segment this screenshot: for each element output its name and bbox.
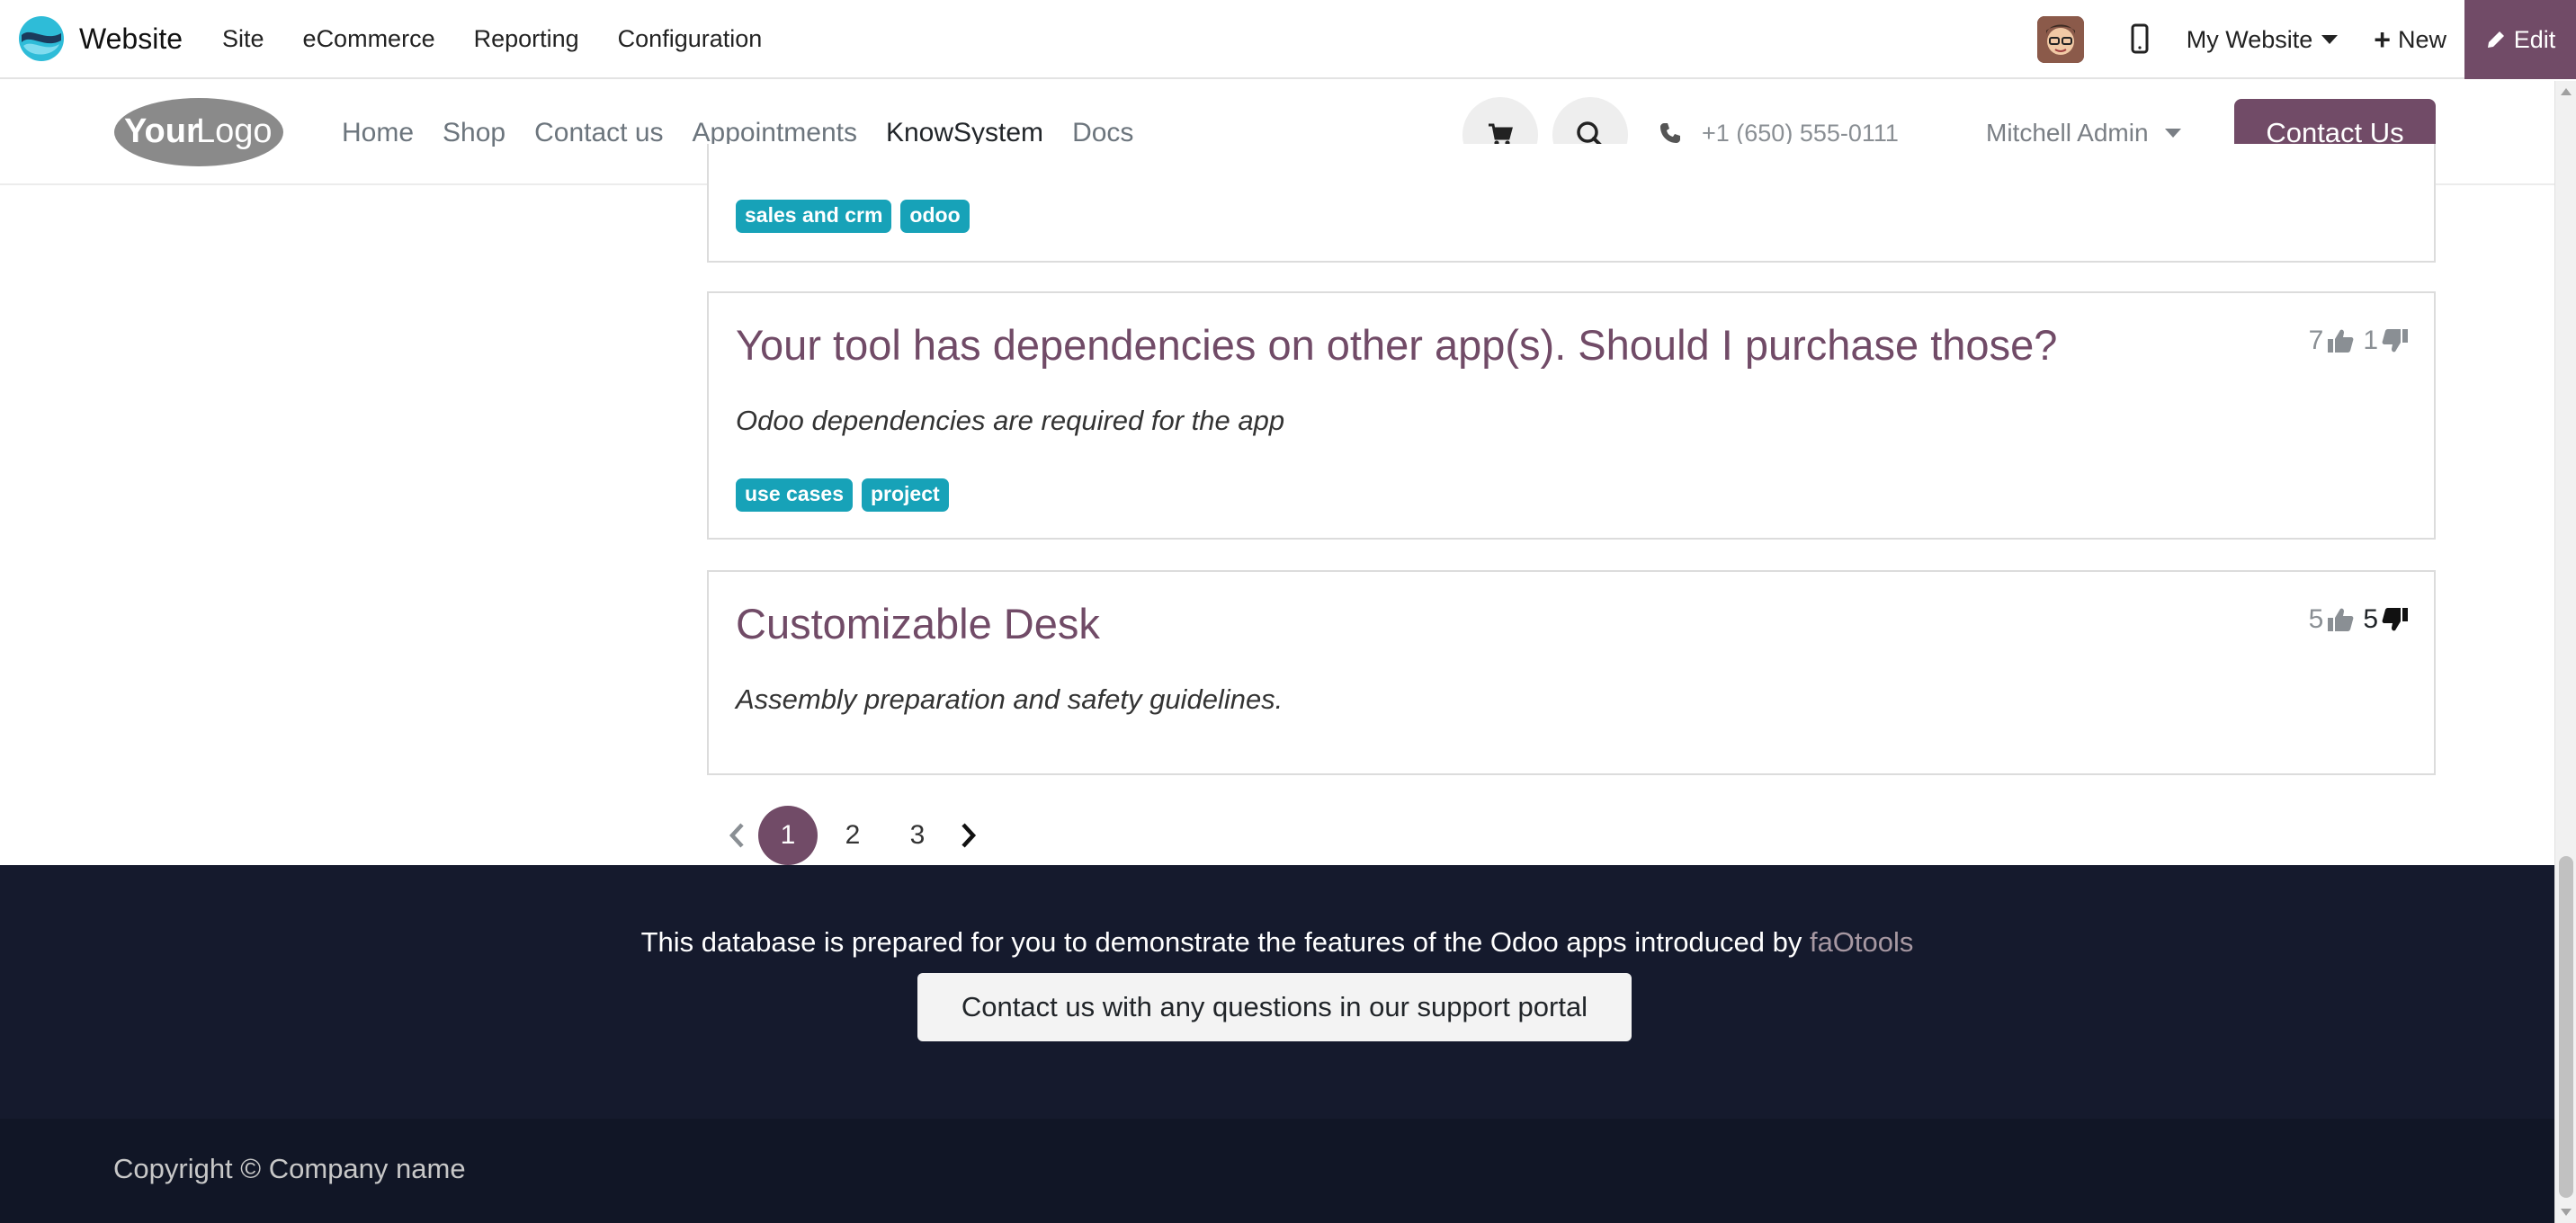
website-selector[interactable]: My Website bbox=[2187, 26, 2339, 54]
article-tags: sales and crm odoo bbox=[736, 200, 979, 233]
next-page-button[interactable] bbox=[950, 806, 986, 865]
chevron-left-icon bbox=[729, 823, 744, 848]
avatar-image bbox=[2036, 16, 2084, 63]
support-portal-button[interactable]: Contact us with any questions in our sup… bbox=[917, 973, 1632, 1041]
article-title[interactable]: Customizable Desk bbox=[736, 599, 1100, 648]
copyright-bar: Copyright © Company name bbox=[0, 1119, 2554, 1223]
scroll-up-arrow-icon[interactable] bbox=[2561, 88, 2572, 95]
page-3-button[interactable]: 3 bbox=[888, 806, 947, 865]
new-button[interactable]: + New bbox=[2374, 23, 2446, 57]
nav-shop[interactable]: Shop bbox=[443, 118, 505, 148]
tag-badge[interactable]: use cases bbox=[736, 478, 853, 512]
like-count: 7 bbox=[2308, 326, 2324, 355]
page-scrollbar[interactable] bbox=[2554, 81, 2576, 1223]
pencil-icon bbox=[2487, 31, 2504, 48]
nav-home[interactable]: Home bbox=[342, 118, 414, 148]
new-button-label: New bbox=[2397, 25, 2446, 53]
mobile-preview-icon[interactable] bbox=[2125, 22, 2154, 58]
thumbs-down-icon[interactable] bbox=[2382, 606, 2409, 633]
chevron-down-icon bbox=[2164, 129, 2181, 138]
tag-badge[interactable]: odoo bbox=[900, 200, 970, 233]
footer: This database is prepared for you to dem… bbox=[0, 865, 2554, 1119]
dislike-count: 5 bbox=[2363, 604, 2378, 634]
thumbs-up-icon[interactable] bbox=[2327, 327, 2354, 354]
admin-menu-ecommerce[interactable]: eCommerce bbox=[303, 25, 435, 53]
plus-icon: + bbox=[2374, 22, 2391, 56]
logo-text-bold: Your bbox=[124, 112, 200, 150]
previous-page-button[interactable] bbox=[720, 806, 756, 865]
tag-badge[interactable]: sales and crm bbox=[736, 200, 892, 233]
app-name: Website bbox=[79, 22, 183, 55]
admin-navbar: Website Site eCommerce Reporting Configu… bbox=[0, 0, 2576, 79]
faotools-link[interactable]: faOtools bbox=[1810, 926, 1913, 958]
article-votes: 7 1 bbox=[2309, 326, 2409, 356]
logo-text-light: Logo bbox=[196, 112, 273, 150]
dislike-count: 1 bbox=[2363, 326, 2378, 355]
pagination: 1 2 3 bbox=[720, 806, 986, 865]
article-description: Odoo dependencies are required for the a… bbox=[736, 405, 1285, 436]
company-logo[interactable]: Your Logo bbox=[113, 95, 284, 169]
copyright-text: Copyright © Company name bbox=[113, 1153, 466, 1184]
like-count: 5 bbox=[2308, 604, 2324, 634]
footer-text: This database is prepared for you to dem… bbox=[640, 926, 1802, 958]
article-card[interactable]: sales and crm odoo bbox=[707, 144, 2436, 263]
admin-right-tools: My Website + New Edit bbox=[2036, 0, 2576, 79]
admin-menu-configuration[interactable]: Configuration bbox=[618, 25, 763, 53]
article-description: Assembly preparation and safety guidelin… bbox=[736, 683, 1284, 715]
admin-menu: Site eCommerce Reporting Configuration bbox=[222, 25, 801, 53]
thumbs-up-icon[interactable] bbox=[2327, 606, 2354, 633]
article-tags: use cases project bbox=[736, 478, 958, 512]
edit-button[interactable]: Edit bbox=[2464, 0, 2576, 79]
thumbs-down-icon[interactable] bbox=[2382, 327, 2409, 354]
article-card[interactable]: Your tool has dependencies on other app(… bbox=[707, 291, 2436, 540]
chevron-down-icon bbox=[2321, 35, 2339, 44]
footer-message: This database is prepared for you to dem… bbox=[0, 926, 2554, 959]
avatar[interactable] bbox=[2036, 16, 2084, 63]
page-2-button[interactable]: 2 bbox=[823, 806, 882, 865]
tag-badge[interactable]: project bbox=[861, 478, 949, 512]
website-app-icon bbox=[19, 16, 64, 61]
phone-icon bbox=[1660, 123, 1680, 143]
article-votes: 5 5 bbox=[2309, 604, 2409, 635]
admin-menu-site[interactable]: Site bbox=[222, 25, 264, 53]
admin-menu-reporting[interactable]: Reporting bbox=[474, 25, 579, 53]
page-1-button[interactable]: 1 bbox=[758, 806, 818, 865]
scroll-thumb[interactable] bbox=[2559, 856, 2573, 1198]
chevron-right-icon bbox=[962, 823, 977, 848]
article-card[interactable]: Customizable Desk Assembly preparation a… bbox=[707, 570, 2436, 775]
edit-button-label: Edit bbox=[2513, 25, 2556, 53]
website-selector-label: My Website bbox=[2186, 25, 2313, 53]
app-brand[interactable]: Website bbox=[18, 0, 183, 78]
phone-number: +1 (650) 555-0111 bbox=[1702, 119, 1899, 147]
scroll-down-arrow-icon[interactable] bbox=[2561, 1209, 2572, 1216]
article-title[interactable]: Your tool has dependencies on other app(… bbox=[736, 320, 2057, 370]
nav-contact-us[interactable]: Contact us bbox=[534, 118, 663, 148]
